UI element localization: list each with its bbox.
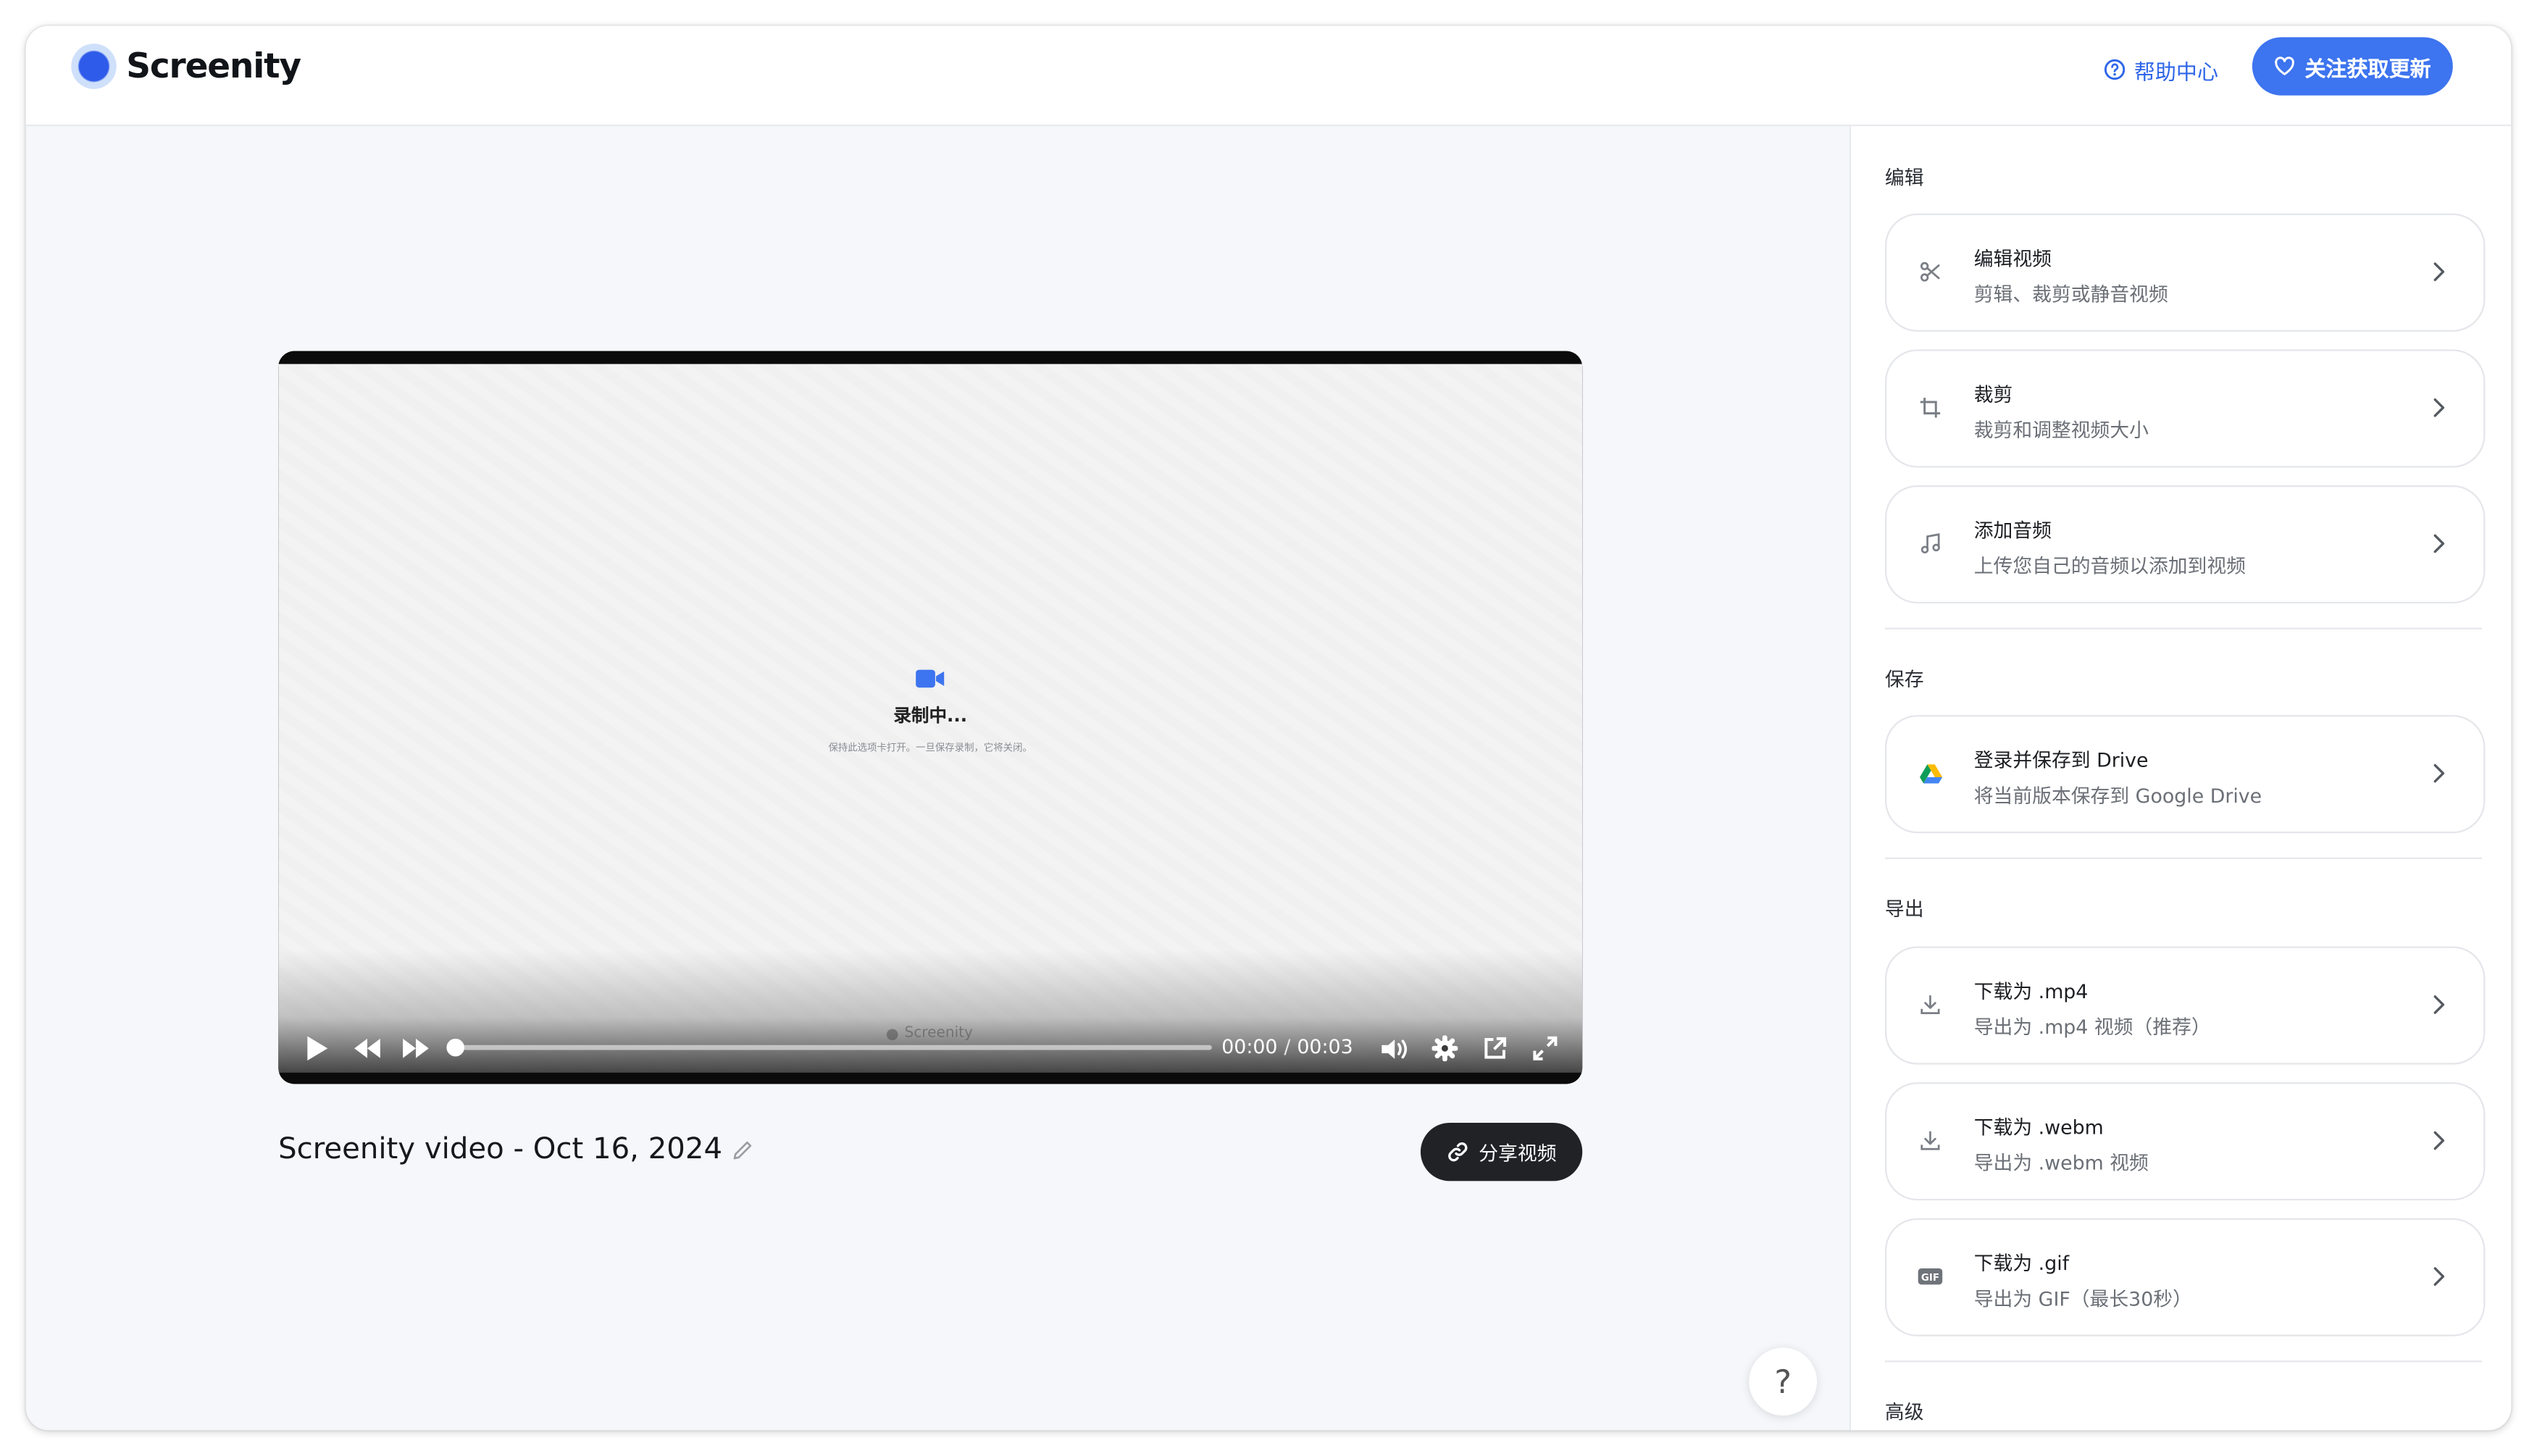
card-title: 添加音频: [1973, 519, 2052, 543]
crop-icon: [1918, 395, 1944, 421]
actions-sidebar: 编辑 编辑视频 剪辑、裁剪或静音视频 裁剪 裁剪和调整视频大小 添加音频 上传您…: [1849, 126, 2512, 1431]
recording-placeholder: 录制中... 保持此选项卡打开。一旦保存录制，它将关闭。: [278, 665, 1582, 754]
brand-logo[interactable]: Screenity: [71, 43, 301, 89]
app-window: Screenity 帮助中心 关注获取更新 录制中... 保持此选项卡打开。一旦…: [25, 25, 2512, 1431]
download-gif-card[interactable]: GIF 下载为 .gif 导出为 GIF（最长30秒）: [1884, 1218, 2486, 1336]
music-note-icon: [1918, 531, 1944, 557]
card-title: 下载为 .webm: [1973, 1116, 2104, 1139]
download-webm-card[interactable]: 下载为 .webm 导出为 .webm 视频: [1884, 1082, 2486, 1201]
google-drive-icon: [1918, 761, 1944, 787]
section-title-save: 保存: [1884, 668, 1924, 691]
scissors-icon: [1918, 259, 1944, 285]
chevron-right-icon: [2433, 262, 2445, 282]
video-title-text: Screenity video - Oct 16, 2024: [278, 1132, 723, 1167]
settings-button[interactable]: [1429, 1034, 1461, 1063]
help-fab-button[interactable]: ?: [1749, 1347, 1818, 1416]
brand-name: Screenity: [126, 46, 301, 86]
card-subtitle: 导出为 .mp4 视频（推荐）: [1973, 1016, 2211, 1039]
play-icon: [307, 1036, 328, 1060]
help-fab-label: ?: [1774, 1362, 1792, 1402]
crop-card[interactable]: 裁剪 裁剪和调整视频大小: [1884, 349, 2486, 468]
card-title: 下载为 .gif: [1973, 1252, 2070, 1275]
question-circle-icon: [2104, 59, 2126, 80]
card-title: 下载为 .mp4: [1973, 980, 2089, 1003]
watermark: Screenity: [887, 1026, 973, 1042]
progress-bar[interactable]: [453, 1045, 1212, 1050]
card-subtitle: 将当前版本保存到 Google Drive: [1973, 785, 2262, 808]
section-divider: [1884, 1360, 2483, 1363]
gif-icon: GIF: [1918, 1263, 1944, 1289]
share-video-button[interactable]: 分享视频: [1420, 1122, 1583, 1181]
fullscreen-icon: [1533, 1036, 1558, 1060]
save-drive-card[interactable]: 登录并保存到 Drive 将当前版本保存到 Google Drive: [1884, 715, 2486, 834]
share-video-label: 分享视频: [1479, 1141, 1557, 1164]
fullscreen-button[interactable]: [1529, 1034, 1562, 1063]
card-subtitle: 上传您自己的音频以添加到视频: [1973, 555, 2246, 578]
video-player[interactable]: 录制中... 保持此选项卡打开。一旦保存录制，它将关闭。 Screenity 0…: [278, 351, 1583, 1084]
heart-icon: [2275, 57, 2295, 75]
card-subtitle: 导出为 GIF（最长30秒）: [1973, 1287, 2192, 1311]
rewind-icon: [354, 1038, 380, 1058]
card-title: 登录并保存到 Drive: [1973, 749, 2149, 772]
section-title-advanced: 高级: [1884, 1401, 1924, 1424]
chevron-right-icon: [2433, 1131, 2445, 1150]
download-icon: [1918, 992, 1944, 1018]
fast-forward-icon: [403, 1038, 429, 1058]
edit-video-card[interactable]: 编辑视频 剪辑、裁剪或静音视频: [1884, 213, 2486, 332]
recording-title: 录制中...: [893, 705, 968, 727]
time-current: 00:00: [1221, 1035, 1278, 1058]
external-link-icon: [1484, 1037, 1507, 1059]
chevron-right-icon: [2433, 534, 2445, 553]
svg-text:GIF: GIF: [1921, 1273, 1939, 1284]
section-title-edit: 编辑: [1884, 167, 1924, 190]
top-bar: Screenity 帮助中心 关注获取更新: [25, 25, 2512, 127]
recording-subtitle: 保持此选项卡打开。一旦保存录制，它将关闭。: [828, 742, 1032, 754]
section-title-export: 导出: [1884, 898, 1924, 921]
section-divider: [1884, 857, 2483, 859]
chevron-right-icon: [2433, 763, 2445, 783]
time-readout: 00:00/00:03: [1221, 1035, 1353, 1058]
volume-button[interactable]: [1379, 1034, 1411, 1063]
logo-mark-icon: [71, 43, 117, 89]
chevron-right-icon: [2433, 1267, 2445, 1286]
add-audio-card[interactable]: 添加音频 上传您自己的音频以添加到视频: [1884, 485, 2486, 604]
progress-handle[interactable]: [446, 1038, 464, 1057]
download-mp4-card[interactable]: 下载为 .mp4 导出为 .mp4 视频（推荐）: [1884, 946, 2486, 1065]
video-bottom-bar: [278, 1072, 1583, 1084]
section-divider: [1884, 627, 2483, 629]
pencil-icon[interactable]: [732, 1138, 754, 1160]
card-subtitle: 裁剪和调整视频大小: [1973, 419, 2149, 442]
download-icon: [1918, 1128, 1944, 1154]
time-total: 00:03: [1297, 1035, 1353, 1058]
help-center-link[interactable]: 帮助中心: [2103, 51, 2218, 87]
link-icon: [1448, 1142, 1468, 1162]
rewind-button[interactable]: [349, 1034, 385, 1063]
volume-icon: [1382, 1038, 1408, 1058]
help-center-label: 帮助中心: [2133, 60, 2219, 85]
follow-updates-label: 关注获取更新: [2304, 57, 2431, 82]
video-camera-icon: [916, 669, 945, 688]
card-title: 裁剪: [1973, 383, 2013, 406]
video-title[interactable]: Screenity video - Oct 16, 2024: [278, 1132, 755, 1166]
fast-forward-button[interactable]: [398, 1034, 433, 1063]
play-button[interactable]: [301, 1034, 333, 1063]
pop-out-button[interactable]: [1479, 1034, 1511, 1063]
gear-icon: [1431, 1035, 1458, 1062]
card-subtitle: 剪辑、裁剪或静音视频: [1973, 283, 2168, 306]
card-title: 编辑视频: [1973, 247, 2052, 270]
card-subtitle: 导出为 .webm 视频: [1973, 1152, 2149, 1175]
chevron-right-icon: [2433, 398, 2445, 417]
video-top-bar: [278, 351, 1583, 364]
follow-updates-button[interactable]: 关注获取更新: [2252, 37, 2453, 96]
chevron-right-icon: [2433, 995, 2445, 1014]
